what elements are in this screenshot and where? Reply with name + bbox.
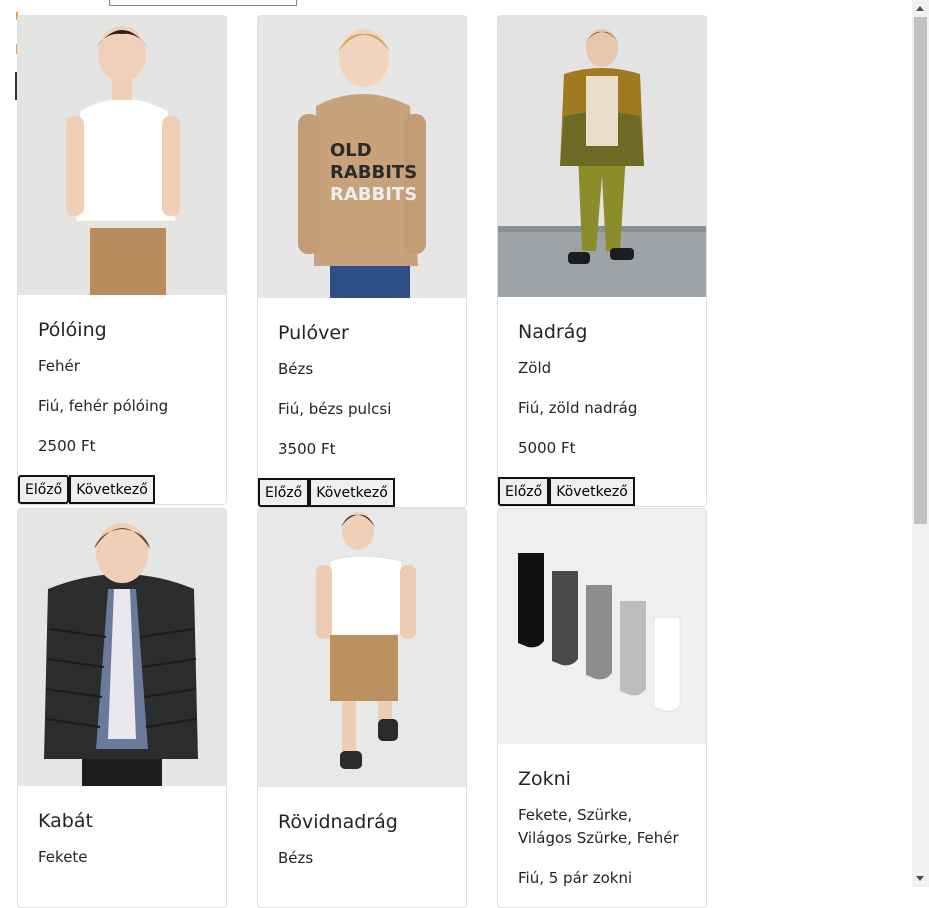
product-card-nadrag: Nadrág Zöld Fiú, zöld nadrág 5000 Ft Elő…	[497, 15, 707, 507]
product-price: 5000 Ft	[518, 439, 576, 457]
page-scrollbar[interactable]	[912, 0, 929, 887]
product-name: Pólóing	[38, 319, 107, 341]
product-card-poloing: Pólóing Fehér Fiú, fehér pólóing 2500 Ft…	[17, 15, 227, 505]
scroll-up-arrow-icon[interactable]	[916, 6, 924, 11]
product-card-rovidnadrag: Rövidnadrág Bézs	[257, 508, 467, 908]
previous-button[interactable]: Előző	[498, 477, 550, 506]
product-name: Pulóver	[278, 322, 349, 344]
scroll-down-arrow-icon[interactable]	[916, 876, 924, 881]
product-price: 3500 Ft	[278, 440, 336, 458]
svg-text:RABBITS: RABBITS	[330, 184, 417, 205]
boy-beige-sweater-photo: OLD RABBITS RABBITS	[258, 16, 466, 298]
product-card-zokni: Zokni Fekete, Szürke, Világos Szürke, Fe…	[497, 508, 707, 908]
boy-white-polo-photo	[18, 16, 226, 295]
svg-text:OLD: OLD	[330, 140, 372, 161]
boy-green-pants-photo	[498, 16, 706, 297]
socks-photo	[498, 509, 706, 744]
header-search-box-edge	[109, 0, 297, 6]
product-name: Rövidnadrág	[278, 811, 398, 833]
product-name: Zokni	[518, 768, 571, 790]
product-card-pulover: OLD RABBITS RABBITS Pulóver Bézs Fiú, bé…	[257, 15, 467, 508]
previous-button[interactable]: Előző	[258, 478, 310, 507]
next-button[interactable]: Következő	[309, 478, 395, 507]
boy-black-jacket-photo	[18, 509, 226, 786]
boy-beige-shorts-photo	[258, 509, 466, 787]
product-color: Bézs	[278, 849, 314, 867]
product-color: Zöld	[518, 359, 552, 377]
previous-button[interactable]: Előző	[18, 475, 70, 504]
product-price: 2500 Ft	[38, 437, 96, 455]
next-button[interactable]: Következő	[69, 475, 155, 504]
product-name: Kabát	[38, 810, 93, 832]
product-description: Fiú, fehér pólóing	[38, 397, 169, 415]
product-color: Fehér	[38, 357, 80, 375]
product-color: Fekete, Szürke, Világos Szürke, Fehér	[518, 806, 679, 847]
next-button[interactable]: Következő	[549, 477, 635, 506]
product-description: Fiú, bézs pulcsi	[278, 400, 392, 418]
product-color: Bézs	[278, 360, 314, 378]
product-name: Nadrág	[518, 321, 588, 343]
scrollbar-thumb[interactable]	[914, 17, 927, 524]
product-description: Fiú, zöld nadrág	[518, 399, 638, 417]
svg-text:RABBITS: RABBITS	[330, 162, 417, 183]
product-color: Fekete	[38, 848, 88, 866]
product-card-kabat: Kabát Fekete	[17, 508, 227, 908]
